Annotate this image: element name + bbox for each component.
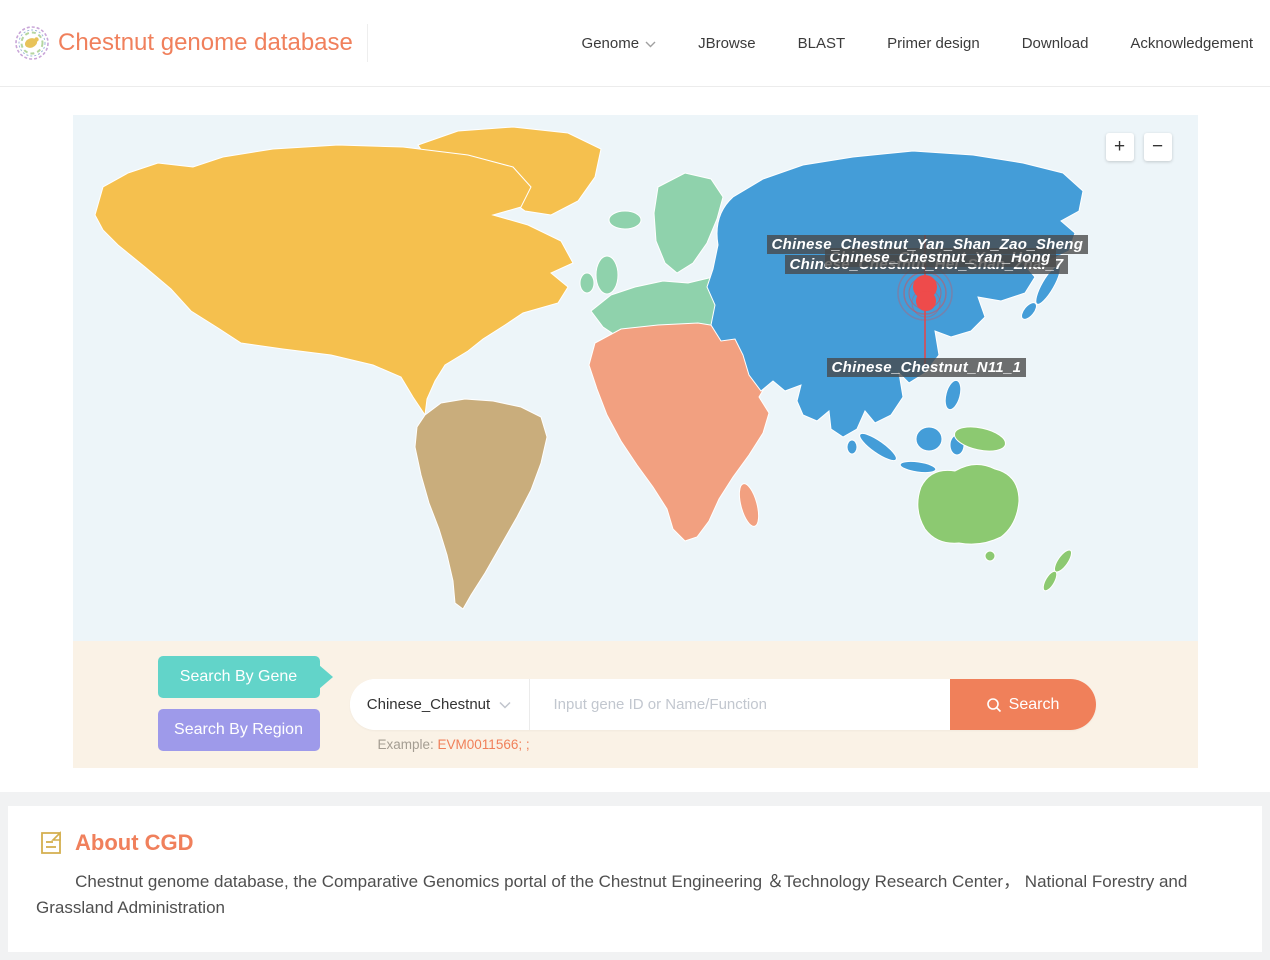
chevron-down-icon (645, 41, 656, 48)
search-button-label: Search (1009, 696, 1060, 714)
world-map[interactable]: Chinese_Chestnut_Yan_Shan_Zao_Sheng Chin… (73, 115, 1198, 641)
region-sri-lanka (847, 440, 857, 454)
about-title: About CGD (75, 830, 194, 856)
world-map-svg (73, 115, 1198, 641)
search-by-region-button[interactable]: Search By Region (158, 709, 320, 751)
about-heading: About CGD (36, 830, 1234, 856)
region-borneo (916, 427, 942, 451)
nav-acknowledgement[interactable]: Acknowledgement (1130, 35, 1253, 52)
header: Chestnut genome database Genome JBrowse … (0, 0, 1270, 87)
nav-genome-label: Genome (582, 35, 640, 52)
region-iceland (609, 211, 641, 229)
search-button[interactable]: Search (950, 679, 1096, 730)
nav-genome[interactable]: Genome (582, 35, 657, 52)
map-label-n11-1[interactable]: Chinese_Chestnut_N11_1 (827, 358, 1027, 377)
document-icon (38, 830, 64, 856)
region-ireland (580, 273, 594, 293)
map-zoom-controls: + − (1106, 133, 1172, 161)
site-logo-icon (14, 25, 50, 61)
search-panel: Search By Gene Search By Region Chinese_… (73, 641, 1198, 768)
species-select[interactable]: Chinese_Chestnut (350, 679, 530, 730)
search-icon (986, 697, 1002, 713)
nav-download[interactable]: Download (1022, 35, 1089, 52)
divider (367, 24, 368, 62)
main-nav: Genome JBrowse BLAST Primer design Downl… (582, 35, 1253, 52)
example-prefix: Example: (378, 737, 438, 752)
search-example: Example: EVM0011566; ; (378, 737, 530, 752)
region-australia (917, 464, 1018, 544)
map-label-yan-shan-zao-sheng[interactable]: Chinese_Chestnut_Yan_Shan_Zao_Sheng (767, 235, 1089, 254)
nav-blast[interactable]: BLAST (798, 35, 846, 52)
map-marker[interactable] (916, 291, 936, 311)
region-uk (596, 256, 618, 294)
search-by-gene-button[interactable]: Search By Gene (158, 656, 320, 698)
chevron-down-icon (499, 701, 511, 709)
search-mode-buttons: Search By Gene Search By Region (158, 656, 320, 751)
zoom-in-button[interactable]: + (1106, 133, 1134, 161)
about-text: Chestnut genome database, the Comparativ… (36, 869, 1234, 922)
about-section: About CGD Chestnut genome database, the … (8, 806, 1262, 952)
hero-section: Chinese_Chestnut_Yan_Shan_Zao_Sheng Chin… (0, 87, 1270, 792)
search-bar: Chinese_Chestnut Search (350, 679, 1096, 730)
gene-search-input[interactable] (530, 679, 950, 730)
example-gene-link[interactable]: EVM0011566; ; (438, 737, 530, 752)
species-select-value: Chinese_Chestnut (367, 696, 490, 713)
site-title: Chestnut genome database (58, 29, 353, 57)
nav-primer-design[interactable]: Primer design (887, 35, 980, 52)
zoom-out-button[interactable]: − (1144, 133, 1172, 161)
nav-jbrowse[interactable]: JBrowse (698, 35, 756, 52)
region-tasmania (985, 551, 995, 561)
